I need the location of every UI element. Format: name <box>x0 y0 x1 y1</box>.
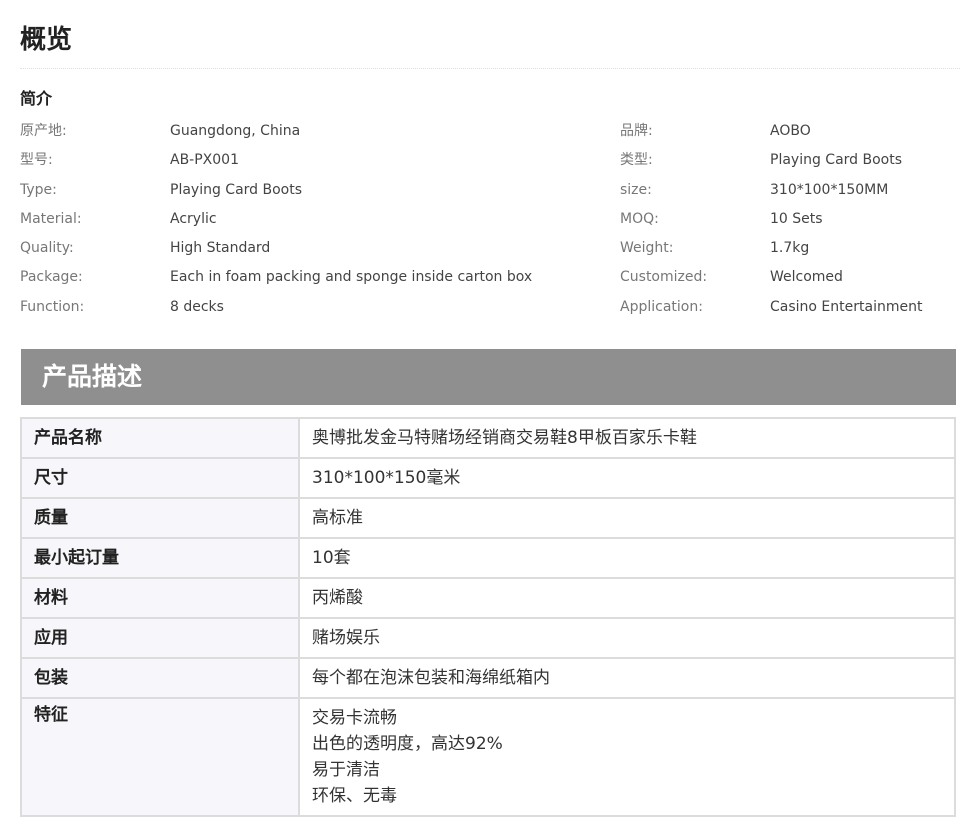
table-value-cell: 丙烯酸 <box>298 577 956 619</box>
table-row: 产品名称 奥博批发金马特赌场经销商交易鞋8甲板百家乐卡鞋 <box>20 417 956 459</box>
feature-line: 易于清洁 <box>312 760 380 780</box>
table-value-cell: 10套 <box>298 537 956 579</box>
table-row: 包装 每个都在泡沫包装和海绵纸箱内 <box>20 657 956 699</box>
title-divider <box>20 68 960 69</box>
feature-line: 出色的透明度，高达92% <box>312 734 503 754</box>
spec-label: Type: <box>20 181 57 198</box>
table-row: 特征 交易卡流畅 出色的透明度，高达92% 易于清洁 环保、无毒 <box>20 697 956 817</box>
spec-value: 310*100*150MM <box>770 181 889 198</box>
table-value-cell: 奥博批发金马特赌场经销商交易鞋8甲板百家乐卡鞋 <box>298 417 956 459</box>
spec-value: Casino Entertainment <box>770 298 923 315</box>
spec-label: Function: <box>20 298 85 315</box>
spec-value: Welcomed <box>770 269 843 286</box>
table-row: 尺寸 310*100*150毫米 <box>20 457 956 499</box>
table-key-cell: 应用 <box>20 617 300 659</box>
spec-label: Customized: <box>620 269 708 286</box>
table-row: 材料 丙烯酸 <box>20 577 956 619</box>
table-key-cell: 材料 <box>20 577 300 619</box>
features-value-cell: 交易卡流畅 出色的透明度，高达92% 易于清洁 环保、无毒 <box>298 697 956 817</box>
spec-value: Acrylic <box>170 210 217 227</box>
table-key-cell: 特征 <box>20 697 300 817</box>
spec-label: Package: <box>20 269 83 286</box>
spec-label: 类型: <box>620 152 653 169</box>
overview-title: 概览 <box>20 25 73 55</box>
description-banner-title: 产品描述 <box>42 362 143 391</box>
spec-label: 原产地: <box>20 123 67 139</box>
spec-row: 原产地: Guangdong, China 品牌: AOBO <box>20 117 956 146</box>
spec-label: MOQ: <box>620 210 659 227</box>
feature-line: 交易卡流畅 <box>312 708 397 728</box>
table-value-cell: 每个都在泡沫包装和海绵纸箱内 <box>298 657 956 699</box>
table-row: 最小起订量 10套 <box>20 537 956 579</box>
spec-value: Guangdong, China <box>170 123 301 139</box>
spec-row: Package: Each in foam packing and sponge… <box>20 263 956 292</box>
table-row: 应用 赌场娱乐 <box>20 617 956 659</box>
table-key-cell: 最小起订量 <box>20 537 300 579</box>
table-row: 质量 高标准 <box>20 497 956 539</box>
spec-label: 型号: <box>20 152 53 169</box>
table-key-cell: 包装 <box>20 657 300 699</box>
spec-label: Application: <box>620 298 703 315</box>
spec-label: Weight: <box>620 240 674 257</box>
spec-row: 型号: AB-PX001 类型: Playing Card Boots <box>20 146 956 175</box>
spec-row: Type: Playing Card Boots size: 310*100*1… <box>20 176 956 205</box>
table-value-cell: 高标准 <box>298 497 956 539</box>
spec-row: Material: Acrylic MOQ: 10 Sets <box>20 205 956 234</box>
spec-value: Playing Card Boots <box>170 181 303 198</box>
table-value-cell: 310*100*150毫米 <box>298 457 956 499</box>
spec-row: Function: 8 decks Application: Casino En… <box>20 293 956 322</box>
spec-value: Playing Card Boots <box>770 152 903 169</box>
feature-line: 环保、无毒 <box>312 786 397 806</box>
spec-value: 8 decks <box>170 298 224 315</box>
spec-label: Material: <box>20 210 82 227</box>
spec-value: 1.7kg <box>770 240 810 257</box>
spec-label: Quality: <box>20 240 74 257</box>
spec-value: Each in foam packing and sponge inside c… <box>170 269 533 286</box>
intro-heading: 简介 <box>20 89 53 108</box>
spec-value: 10 Sets <box>770 210 823 227</box>
table-value-cell: 赌场娱乐 <box>298 617 956 659</box>
table-key-cell: 产品名称 <box>20 417 300 459</box>
spec-label: 品牌: <box>620 123 653 139</box>
spec-label: size: <box>620 181 652 198</box>
table-key-cell: 质量 <box>20 497 300 539</box>
spec-value: AOBO <box>770 123 811 139</box>
description-table: 产品名称 奥博批发金马特赌场经销商交易鞋8甲板百家乐卡鞋 尺寸 310*100*… <box>20 417 956 817</box>
spec-grid: 原产地: Guangdong, China 品牌: AOBO 型号: AB-PX… <box>20 117 956 322</box>
table-key-cell: 尺寸 <box>20 457 300 499</box>
description-banner: 产品描述 <box>21 349 956 405</box>
spec-value: AB-PX001 <box>170 152 239 169</box>
spec-row: Quality: High Standard Weight: 1.7kg <box>20 234 956 263</box>
spec-value: High Standard <box>170 240 271 257</box>
